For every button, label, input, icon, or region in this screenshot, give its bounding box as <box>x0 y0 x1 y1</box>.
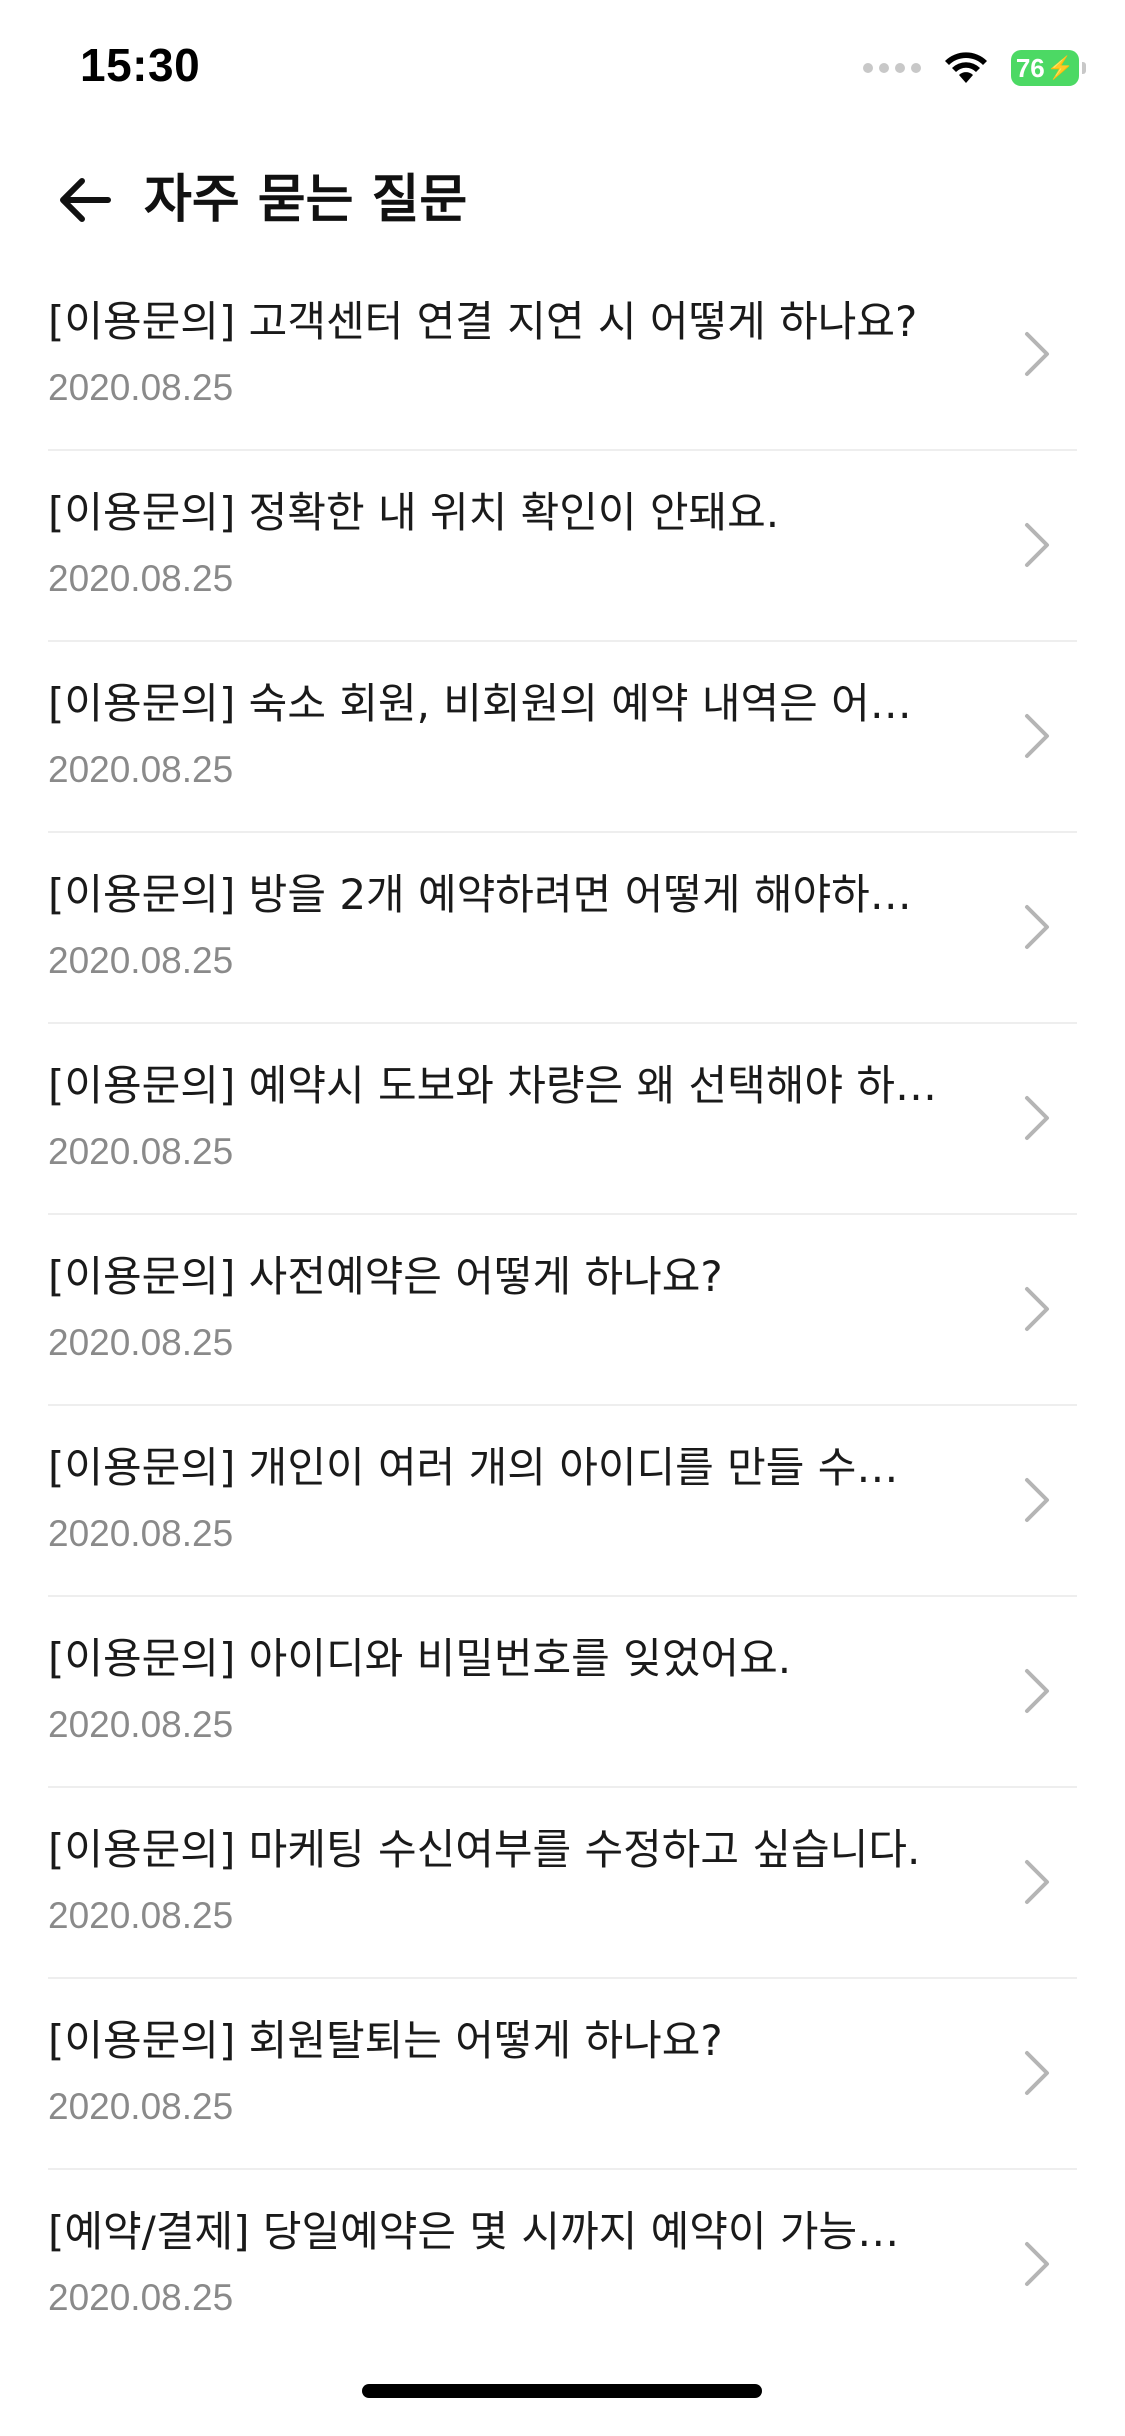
faq-date: 2020.08.25 <box>48 940 234 981</box>
faq-date: 2020.08.25 <box>48 1513 234 1554</box>
faq-date: 2020.08.25 <box>48 749 234 790</box>
chevron-right-icon <box>1025 523 1049 567</box>
faq-date: 2020.08.25 <box>48 2086 234 2127</box>
faq-date: 2020.08.25 <box>48 2277 234 2318</box>
wifi-icon <box>945 52 987 83</box>
faq-question-title: [이용문의] 정확한 내 위치 확인이 안돼요. <box>48 488 780 537</box>
navigation-header: 자주 묻는 질문 <box>0 140 1125 260</box>
faq-date: 2020.08.25 <box>48 1895 234 1936</box>
faq-question-title: [이용문의] 방을 2개 예약하려면 어떻게 해야하… <box>48 870 912 919</box>
faq-list-item[interactable]: [이용문의] 회원탈퇴는 어떻게 하나요? 2020.08.25 <box>48 1979 1077 2170</box>
faq-date: 2020.08.25 <box>48 1322 234 1363</box>
chevron-right-icon <box>1025 1287 1049 1331</box>
faq-question-title: [예약/결제] 당일예약은 몇 시까지 예약이 가능… <box>48 2207 900 2256</box>
chevron-right-icon <box>1025 332 1049 376</box>
battery-level: 76 <box>1015 52 1045 83</box>
faq-list-item[interactable]: [이용문의] 방을 2개 예약하려면 어떻게 해야하… 2020.08.25 <box>48 833 1077 1024</box>
chevron-right-icon <box>1025 2051 1049 2095</box>
faq-question-title: [이용문의] 사전예약은 어떻게 하나요? <box>48 1252 723 1301</box>
faq-list-item[interactable]: [이용문의] 개인이 여러 개의 아이디를 만들 수… 2020.08.25 <box>48 1406 1077 1597</box>
home-indicator[interactable] <box>362 2384 762 2398</box>
faq-question-title: [이용문의] 개인이 여러 개의 아이디를 만들 수… <box>48 1443 899 1492</box>
faq-question-title: [이용문의] 예약시 도보와 차량은 왜 선택해야 하… <box>48 1061 938 1110</box>
battery-charging-icon: 76 ⚡ <box>1011 50 1086 86</box>
status-bar: 15:30 76 ⚡ <box>0 0 1125 140</box>
faq-list-item[interactable]: [이용문의] 아이디와 비밀번호를 잊었어요. 2020.08.25 <box>48 1597 1077 1788</box>
chevron-right-icon <box>1025 905 1049 949</box>
faq-date: 2020.08.25 <box>48 1131 234 1172</box>
faq-question-title: [이용문의] 숙소 회원, 비회원의 예약 내역은 어… <box>48 679 912 728</box>
faq-list-item[interactable]: [이용문의] 정확한 내 위치 확인이 안돼요. 2020.08.25 <box>48 451 1077 642</box>
faq-list: [이용문의] 고객센터 연결 지연 시 어떻게 하나요? 2020.08.25 [이… <box>0 260 1125 2361</box>
faq-date: 2020.08.25 <box>48 1704 234 1745</box>
chevron-right-icon <box>1025 2242 1049 2286</box>
chevron-right-icon <box>1025 1860 1049 1904</box>
faq-question-title: [이용문의] 아이디와 비밀번호를 잊었어요. <box>48 1634 792 1683</box>
faq-list-item[interactable]: [이용문의] 사전예약은 어떻게 하나요? 2020.08.25 <box>48 1215 1077 1406</box>
status-icons: 76 ⚡ <box>863 48 1086 88</box>
chevron-right-icon <box>1025 1478 1049 1522</box>
faq-question-title: [이용문의] 마케팅 수신여부를 수정하고 싶습니다. <box>48 1825 921 1874</box>
faq-list-item[interactable]: [예약/결제] 당일예약은 몇 시까지 예약이 가능… 2020.08.25 <box>48 2170 1077 2361</box>
faq-list-item[interactable]: [이용문의] 예약시 도보와 차량은 왜 선택해야 하… 2020.08.25 <box>48 1024 1077 1215</box>
back-button[interactable] <box>46 162 122 238</box>
faq-date: 2020.08.25 <box>48 367 234 408</box>
chevron-right-icon <box>1025 1669 1049 1713</box>
faq-question-title: [이용문의] 고객센터 연결 지연 시 어떻게 하나요? <box>48 297 918 346</box>
faq-list-item[interactable]: [이용문의] 숙소 회원, 비회원의 예약 내역은 어… 2020.08.25 <box>48 642 1077 833</box>
bolt-icon: ⚡ <box>1046 55 1075 80</box>
faq-date: 2020.08.25 <box>48 558 234 599</box>
faq-list-item[interactable]: [이용문의] 고객센터 연결 지연 시 어떻게 하나요? 2020.08.25 <box>48 260 1077 451</box>
chevron-right-icon <box>1025 714 1049 758</box>
status-time: 15:30 <box>80 39 201 91</box>
faq-list-item[interactable]: [이용문의] 마케팅 수신여부를 수정하고 싶습니다. 2020.08.25 <box>48 1788 1077 1979</box>
page-title: 자주 묻는 질문 <box>144 170 468 230</box>
arrow-left-icon <box>60 178 111 222</box>
chevron-right-icon <box>1025 1096 1049 1140</box>
faq-question-title: [이용문의] 회원탈퇴는 어떻게 하나요? <box>48 2016 723 2065</box>
signal-dots-icon <box>863 63 921 73</box>
